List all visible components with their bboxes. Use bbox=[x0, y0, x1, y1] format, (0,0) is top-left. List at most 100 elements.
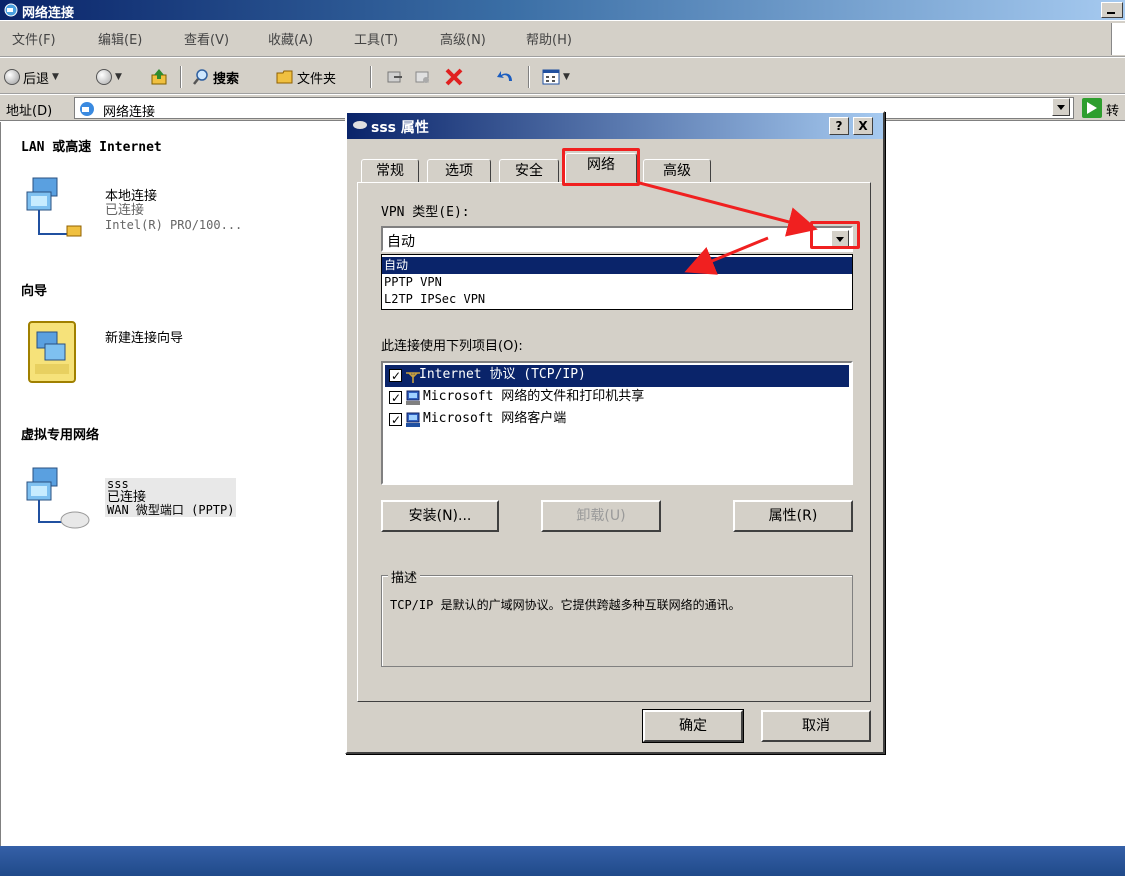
go-arrow-icon[interactable] bbox=[1082, 98, 1102, 118]
go-label[interactable]: 转 bbox=[1106, 100, 1119, 119]
section-title-wizard: 向导 bbox=[21, 284, 48, 299]
chevron-down-icon: ▼ bbox=[115, 72, 122, 82]
minimize-button[interactable] bbox=[1101, 2, 1123, 18]
window-title: 网络连接 bbox=[22, 6, 75, 21]
cancel-button[interactable]: 取消 bbox=[761, 710, 871, 742]
list-item[interactable]: Microsoft 网络的文件和打印机共享 bbox=[385, 387, 849, 409]
annotation-highlight-dropdown bbox=[810, 221, 860, 249]
dialog-title: sss 属性 bbox=[371, 120, 429, 136]
connection-status: 已连接 bbox=[105, 203, 145, 218]
delete-x-icon bbox=[445, 68, 463, 86]
forward-arrow-icon bbox=[96, 69, 112, 85]
back-label: 后退 bbox=[23, 71, 50, 87]
search-button[interactable]: 搜索 bbox=[192, 66, 239, 88]
copy-to-button[interactable] bbox=[414, 66, 432, 88]
move-to-icon bbox=[387, 71, 402, 83]
close-button[interactable]: X bbox=[853, 117, 873, 135]
new-connection-wizard-icon bbox=[28, 321, 76, 383]
connection-device: Intel(R) PRO/100... bbox=[105, 218, 243, 232]
menu-tools[interactable]: 工具(T) bbox=[354, 29, 398, 48]
description-text: TCP/IP 是默认的广域网协议。它提供跨越多种互联网络的通讯。 bbox=[390, 598, 741, 612]
properties-button[interactable]: 属性(R) bbox=[733, 500, 853, 532]
install-button[interactable]: 安装(N)... bbox=[381, 500, 499, 532]
toolbar: 后退 ▼ ▼ 搜索 文件夹 ▼ bbox=[0, 58, 1125, 94]
tab-general[interactable]: 常规 bbox=[361, 159, 419, 183]
views-button[interactable]: ▼ bbox=[542, 66, 570, 88]
chevron-down-icon: ▼ bbox=[52, 72, 59, 82]
items-label: 此连接使用下列项目(O): bbox=[381, 339, 523, 354]
section-title-vpn: 虚拟专用网络 bbox=[21, 428, 100, 443]
checkbox[interactable] bbox=[389, 410, 402, 430]
vpn-type-label: VPN 类型(E): bbox=[381, 205, 470, 220]
properties-dialog: sss 属性 ? X 常规 选项 安全 网络 高级 VPN 类型(E): 自动 … bbox=[345, 111, 885, 754]
network-computer-icon bbox=[26, 177, 82, 237]
item-label: Internet 协议 (TCP/IP) bbox=[419, 367, 586, 382]
vpn-option-l2tp[interactable]: L2TP IPSec VPN bbox=[382, 291, 852, 308]
taskbar bbox=[0, 846, 1125, 876]
item-label: Microsoft 网络客户端 bbox=[423, 411, 567, 426]
list-item[interactable]: Internet 协议 (TCP/IP) bbox=[385, 365, 849, 387]
search-icon bbox=[193, 69, 208, 85]
vpn-type-value: 自动 bbox=[387, 234, 415, 250]
forward-button[interactable]: ▼ bbox=[96, 66, 122, 88]
up-folder-button[interactable] bbox=[150, 66, 168, 88]
network-connections-icon bbox=[80, 102, 94, 116]
vpn-option-pptp[interactable]: PPTP VPN bbox=[382, 274, 852, 291]
item-label: Microsoft 网络的文件和打印机共享 bbox=[423, 389, 645, 404]
menu-view[interactable]: 查看(V) bbox=[184, 29, 229, 48]
folders-label: 文件夹 bbox=[297, 71, 337, 87]
vpn-option-auto[interactable]: 自动 bbox=[382, 257, 852, 274]
folders-button[interactable]: 文件夹 bbox=[276, 66, 336, 88]
window-titlebar: 网络连接 bbox=[0, 0, 1125, 21]
connection-device: WAN 微型端口 (PPTP) bbox=[107, 503, 235, 517]
components-list: Internet 协议 (TCP/IP) Microsoft 网络的文件和打印机… bbox=[381, 361, 853, 485]
checkbox[interactable] bbox=[389, 366, 402, 386]
up-folder-icon bbox=[151, 69, 167, 85]
vpn-cloud-icon bbox=[353, 121, 367, 129]
network-client-icon bbox=[406, 412, 420, 427]
menu-advanced[interactable]: 高级(N) bbox=[440, 29, 486, 48]
copy-to-icon bbox=[415, 71, 429, 83]
menu-file[interactable]: 文件(F) bbox=[12, 29, 56, 48]
folder-icon bbox=[276, 70, 293, 84]
menu-help[interactable]: 帮助(H) bbox=[526, 29, 572, 48]
vpn-type-select[interactable]: 自动 bbox=[381, 226, 853, 252]
tab-options[interactable]: 选项 bbox=[427, 159, 491, 183]
connection-name: 新建连接向导 bbox=[105, 331, 184, 346]
toolbar-separator bbox=[180, 66, 182, 88]
description-title: 描述 bbox=[388, 567, 421, 586]
ok-button[interactable]: 确定 bbox=[642, 709, 744, 743]
description-group: 描述 TCP/IP 是默认的广域网协议。它提供跨越多种互联网络的通讯。 bbox=[381, 567, 853, 667]
chevron-down-icon: ▼ bbox=[563, 72, 570, 82]
views-grid-icon bbox=[542, 69, 560, 85]
windows-logo-icon bbox=[1111, 23, 1125, 55]
delete-button[interactable] bbox=[444, 66, 464, 88]
move-to-button[interactable] bbox=[386, 66, 404, 88]
address-label: 地址(D) bbox=[6, 104, 53, 119]
list-item[interactable]: Microsoft 网络客户端 bbox=[385, 409, 849, 431]
menubar: 文件(F) 编辑(E) 查看(V) 收藏(A) 工具(T) 高级(N) 帮助(H… bbox=[0, 21, 1125, 57]
address-value: 网络连接 bbox=[103, 105, 156, 120]
uninstall-button[interactable]: 卸载(U) bbox=[541, 500, 661, 532]
tab-security[interactable]: 安全 bbox=[499, 159, 559, 183]
dialog-titlebar: sss 属性 ? X bbox=[347, 113, 883, 139]
section-title-lan: LAN 或高速 Internet bbox=[21, 140, 162, 155]
connection-name: 本地连接 bbox=[105, 189, 158, 204]
toolbar-separator bbox=[528, 66, 530, 88]
tab-networking[interactable]: 网络 bbox=[565, 153, 637, 183]
address-dropdown-button[interactable] bbox=[1052, 98, 1070, 116]
help-button[interactable]: ? bbox=[829, 117, 849, 135]
undo-button[interactable] bbox=[496, 66, 516, 88]
back-arrow-icon bbox=[4, 69, 20, 85]
vpn-type-dropdown: 自动 PPTP VPN L2TP IPSec VPN bbox=[381, 254, 853, 310]
toolbar-separator bbox=[370, 66, 372, 88]
tab-advanced[interactable]: 高级 bbox=[643, 159, 711, 183]
menu-edit[interactable]: 编辑(E) bbox=[98, 29, 142, 48]
search-label: 搜索 bbox=[213, 71, 240, 87]
menu-favorites[interactable]: 收藏(A) bbox=[268, 29, 313, 48]
checkbox[interactable] bbox=[389, 388, 402, 408]
printer-share-icon bbox=[406, 390, 420, 405]
back-button[interactable]: 后退 ▼ bbox=[4, 66, 59, 88]
vpn-connection-icon bbox=[26, 467, 90, 529]
undo-icon bbox=[497, 71, 512, 81]
